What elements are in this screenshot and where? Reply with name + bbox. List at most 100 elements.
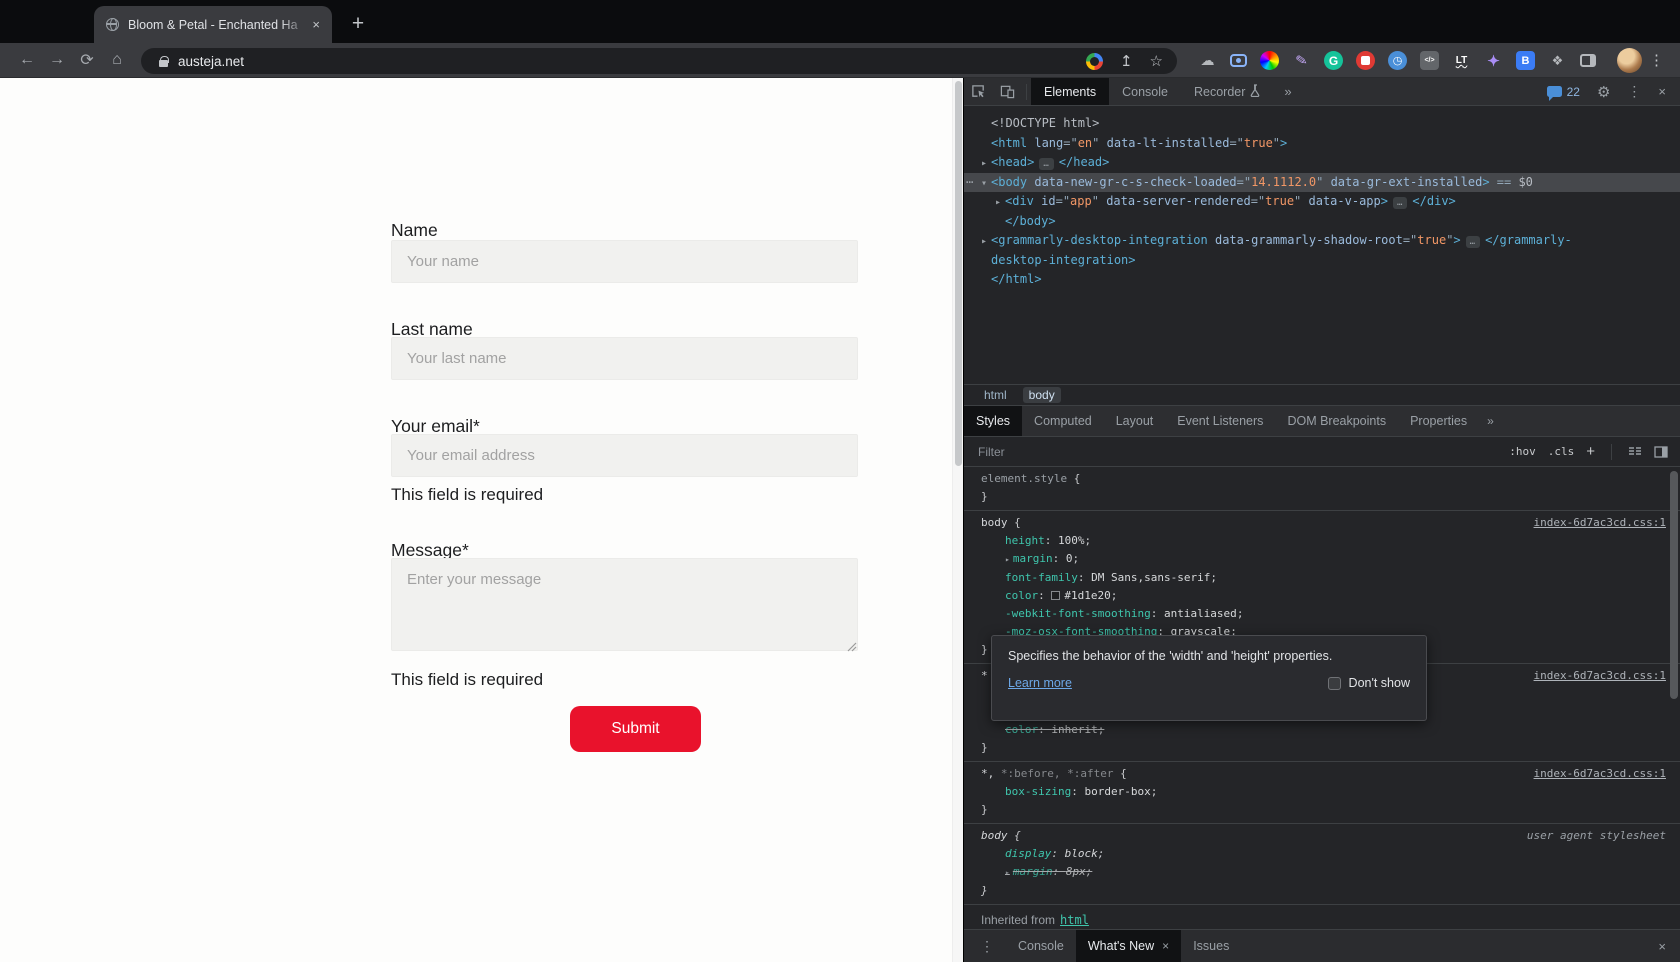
filter-input[interactable]: Filter <box>978 445 1497 459</box>
toggle-classes[interactable]: .cls <box>1548 445 1575 458</box>
devtools-menu-icon[interactable]: ⋮ <box>1627 83 1641 100</box>
panel-tab-console[interactable]: Console <box>1109 78 1181 105</box>
expand-arrow-icon[interactable]: ▸ <box>977 154 991 174</box>
side-panel-icon[interactable] <box>1580 54 1596 67</box>
sidebar-tab-dom-breakpoints[interactable]: DOM Breakpoints <box>1275 406 1398 436</box>
css-selector[interactable]: *, *:before, *:after {index-6d7ac3cd.css… <box>981 765 1670 783</box>
inspect-element-icon[interactable] <box>964 78 993 105</box>
drawer-menu-icon[interactable]: ⋮ <box>964 930 1006 962</box>
share-icon[interactable]: ↥ <box>1120 52 1133 70</box>
blocker-extension-icon[interactable] <box>1356 51 1375 70</box>
devtools-close-icon[interactable]: × <box>1658 84 1666 99</box>
settings-gear-icon[interactable]: ⚙ <box>1597 83 1610 101</box>
drawer-tab-what-s-new-close-icon[interactable]: × <box>1162 939 1169 953</box>
css-property[interactable]: -webkit-font-smoothing: antialiased; <box>981 605 1670 623</box>
ai-spark-extension-icon[interactable]: ✦ <box>1484 51 1503 70</box>
dock-panel-icon[interactable] <box>1654 445 1668 458</box>
submit-button[interactable]: Submit <box>570 706 701 752</box>
css-property[interactable]: color: inherit; <box>981 721 1670 739</box>
browser-menu-icon[interactable]: ⋮ <box>1643 51 1670 69</box>
css-source-link[interactable]: index-6d7ac3cd.css:1 <box>1534 765 1666 783</box>
learn-more-link[interactable]: Learn more <box>1008 676 1072 690</box>
languagetool-extension-icon[interactable]: LT <box>1452 51 1471 70</box>
sidebar-tab-computed[interactable]: Computed <box>1022 406 1104 436</box>
drawer-tab-console[interactable]: Console <box>1006 930 1076 962</box>
new-style-rule-button[interactable]: + <box>1586 443 1595 460</box>
sidebar-tab-layout[interactable]: Layout <box>1104 406 1166 436</box>
dom-tree-node[interactable]: ⋯ ▾ <body data-new-gr-c-s-check-loaded="14… <box>964 172 1680 194</box>
back-button[interactable]: ← <box>12 51 42 69</box>
dom-tree-node[interactable]: </body> <box>964 212 1680 232</box>
more-panels-chevron[interactable]: » <box>1274 78 1301 105</box>
bookmark-b-extension-icon[interactable]: B <box>1516 51 1535 70</box>
sidebar-tab-properties[interactable]: Properties <box>1398 406 1479 436</box>
forward-button[interactable]: → <box>42 51 72 69</box>
browser-tab[interactable]: Bloom & Petal - Enchanted Ha × <box>94 6 332 43</box>
drawer-close-icon[interactable]: × <box>1658 930 1666 962</box>
new-tab-button[interactable]: + <box>344 10 372 38</box>
css-selector[interactable]: body {user agent stylesheet <box>981 827 1670 845</box>
email-input[interactable] <box>391 434 858 477</box>
drawer-tab-what-s-new[interactable]: What's New × <box>1075 930 1182 962</box>
css-property[interactable]: ▸ margin: 8px; <box>981 863 1670 882</box>
styles-scrollbar[interactable] <box>1670 471 1678 699</box>
breadcrumb-body[interactable]: body <box>1022 387 1061 403</box>
panel-tab-recorder[interactable]: Recorder <box>1181 78 1274 105</box>
sidebar-tab-event-listeners[interactable]: Event Listeners <box>1165 406 1275 436</box>
css-property[interactable]: ▸ margin: 0; <box>981 550 1670 569</box>
reload-button[interactable]: ⟳ <box>72 50 102 70</box>
css-property[interactable]: color: #1d1e20; <box>981 587 1670 605</box>
device-toolbar-icon[interactable] <box>993 78 1022 105</box>
screen-capture-extension-icon[interactable] <box>1230 54 1247 67</box>
dom-tree-node[interactable]: </html> <box>964 270 1680 290</box>
last-name-input[interactable] <box>391 337 858 380</box>
css-selector[interactable]: element.style { <box>981 470 1670 488</box>
more-tabs-chevron[interactable]: » <box>1479 406 1502 436</box>
grammarly-extension-icon[interactable]: G <box>1324 51 1343 70</box>
toggle-hover-state[interactable]: :hov <box>1509 445 1536 458</box>
time-tracker-extension-icon[interactable]: ◷ <box>1388 51 1407 70</box>
dom-tree-node[interactable]: desktop-integration> <box>964 251 1680 271</box>
css-property[interactable]: display: block; <box>981 845 1670 863</box>
dom-token: desktop-integration> <box>991 252 1136 267</box>
feather-extension-icon[interactable]: ✎ <box>1290 49 1312 71</box>
drawer-tab-issues[interactable]: Issues <box>1181 930 1241 962</box>
dom-tree-node[interactable]: <html lang="en" data-lt-installed="true"… <box>964 134 1680 154</box>
property-name: margin <box>1012 552 1053 565</box>
css-property[interactable]: height: 100%; <box>981 532 1670 550</box>
dom-tree-node[interactable]: ▸ <grammarly-desktop-integration data-gra… <box>964 231 1680 251</box>
panel-tab-elements[interactable]: Elements <box>1031 78 1110 105</box>
address-bar[interactable]: austeja.net ↥ ☆ <box>141 48 1177 74</box>
css-selector[interactable]: body {index-6d7ac3cd.css:1 <box>981 514 1670 532</box>
expand-arrow-icon[interactable]: ▸ <box>991 193 1005 213</box>
extensions-puzzle-icon[interactable]: ❖ <box>1548 51 1567 70</box>
name-input[interactable] <box>391 240 858 283</box>
console-messages-badge[interactable]: 22 <box>1546 85 1580 101</box>
inherited-html-link[interactable]: html <box>1060 913 1089 927</box>
color-picker-extension-icon[interactable] <box>1260 51 1279 70</box>
message-textarea[interactable] <box>391 558 858 651</box>
page-scrollbar[interactable] <box>952 78 963 962</box>
code-extension-icon[interactable]: </> <box>1420 51 1439 70</box>
css-property[interactable]: box-sizing: border-box; <box>981 783 1670 801</box>
sidebar-tab-styles[interactable]: Styles <box>964 406 1023 436</box>
dont-show-checkbox[interactable] <box>1327 676 1341 690</box>
home-button[interactable]: ⌂ <box>102 51 132 69</box>
expand-arrow-icon[interactable]: ▸ <box>977 232 991 252</box>
css-source-link[interactable]: index-6d7ac3cd.css:1 <box>1534 667 1666 685</box>
dom-tree-node[interactable]: <!DOCTYPE html> <box>964 114 1680 134</box>
scrollbar-thumb[interactable] <box>955 81 962 466</box>
bookmark-star-icon[interactable]: ☆ <box>1150 52 1163 70</box>
dom-tree-node[interactable]: ▸ <head> … </head> <box>964 153 1680 173</box>
css-source-link[interactable]: index-6d7ac3cd.css:1 <box>1534 514 1666 532</box>
expand-arrow-icon[interactable]: ▾ <box>977 174 991 194</box>
url-text[interactable]: austeja.net <box>178 54 1086 69</box>
computed-styles-sidebar-icon[interactable] <box>1628 446 1642 458</box>
bell-extension-icon[interactable]: ☁ <box>1198 51 1217 70</box>
css-property[interactable]: font-family: DM Sans,sans-serif; <box>981 569 1670 587</box>
dom-tree-node[interactable]: ▸ <div id="app" data-server-rendered="tru… <box>964 192 1680 212</box>
google-search-icon[interactable] <box>1085 52 1103 70</box>
tab-close-icon[interactable]: × <box>308 17 324 32</box>
profile-avatar[interactable] <box>1617 47 1642 73</box>
breadcrumb-html[interactable]: html <box>978 387 1013 403</box>
